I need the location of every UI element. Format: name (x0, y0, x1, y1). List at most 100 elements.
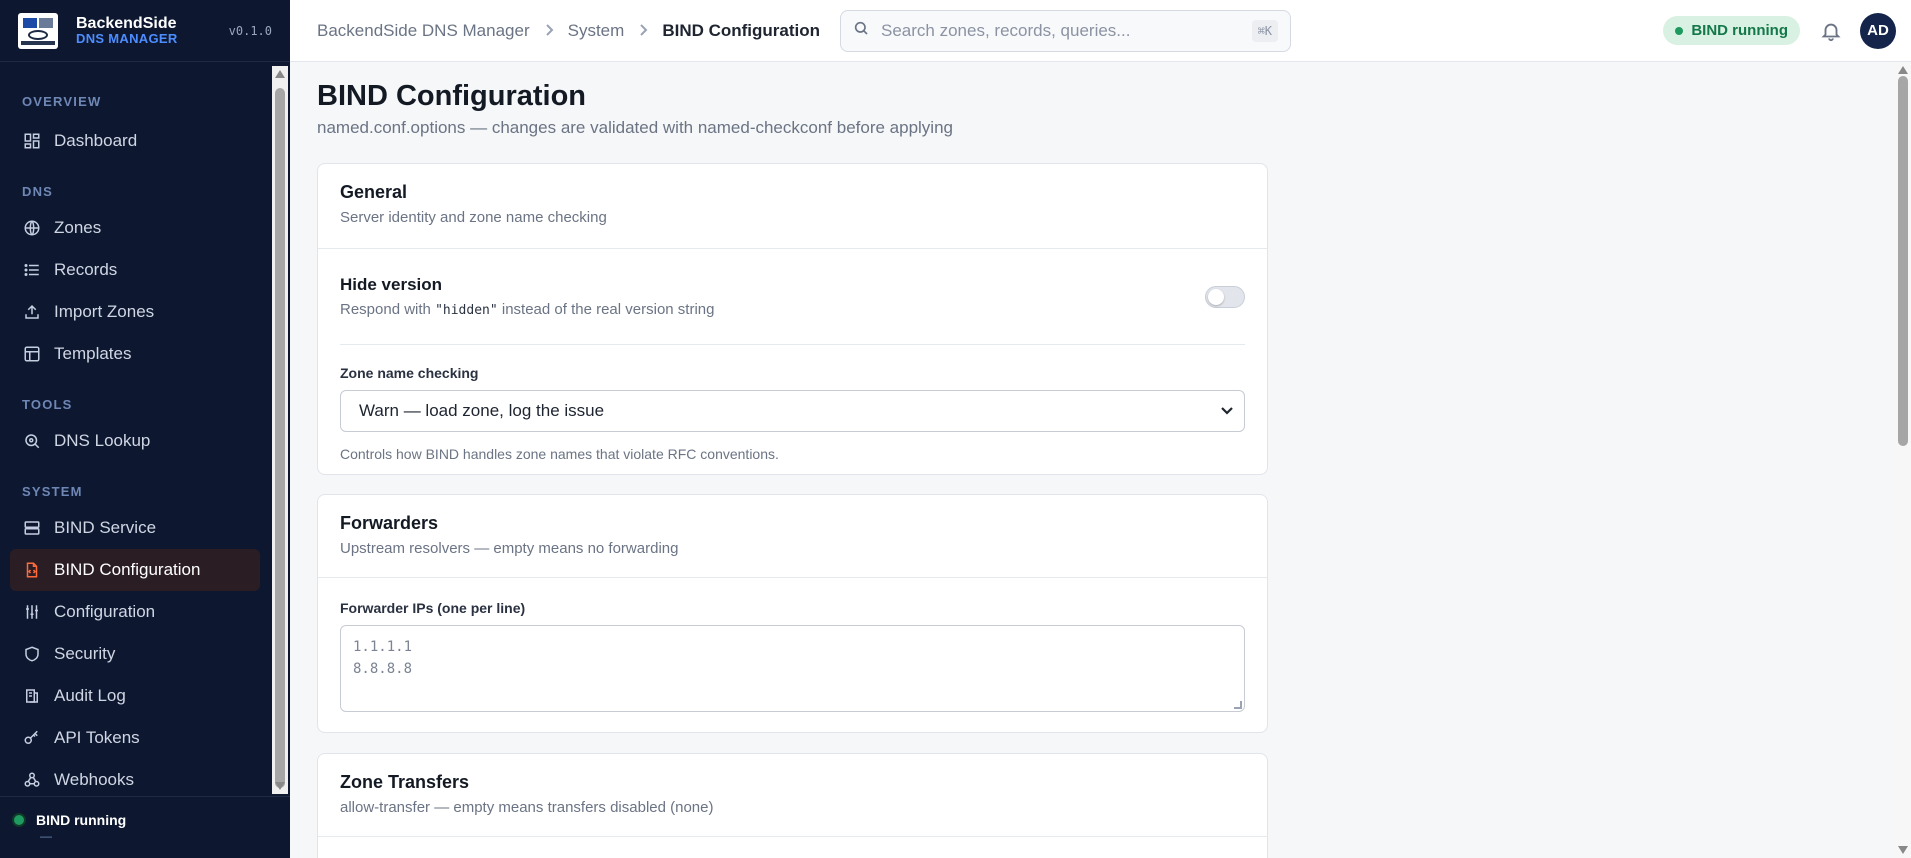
chevron-right-icon (638, 21, 648, 41)
chevron-down-icon (1220, 401, 1234, 421)
sidebar-item-label: BIND Configuration (54, 560, 201, 579)
forwarder-ips-textarea[interactable]: 1.1.1.1 8.8.8.8 (340, 625, 1245, 712)
main-scroll-thumb[interactable] (1898, 76, 1908, 446)
sidebar-scroll-thumb[interactable] (275, 88, 285, 788)
breadcrumb: BackendSide DNS Manager System BIND Conf… (317, 21, 820, 41)
sidebar-item-label: Zones (54, 218, 102, 237)
status-badge-label: BIND running (1691, 22, 1788, 39)
card-title: Forwarders (340, 513, 439, 533)
sidebar-item-dashboard[interactable]: Dashboard (10, 120, 260, 162)
server-icon (22, 518, 42, 538)
sidebar-item-label: Configuration (54, 602, 156, 621)
main-content: BIND Configuration named.conf.options — … (290, 62, 1895, 858)
sidebar-status-label: BIND running (36, 811, 127, 828)
page-subtitle: named.conf.options — changes are validat… (317, 118, 953, 137)
magnifier-icon (22, 431, 42, 451)
resize-grip-icon[interactable] (1234, 701, 1242, 709)
sidebar-item-import-zones[interactable]: Import Zones (10, 291, 260, 333)
card-description: Upstream resolvers — empty means no forw… (340, 540, 679, 557)
sidebar-item-records[interactable]: Records (10, 249, 260, 291)
sidebar-scrollbar[interactable] (272, 66, 288, 794)
card-general: General Server identity and zone name ch… (317, 163, 1268, 475)
scroll-up-arrow-icon[interactable] (275, 70, 285, 78)
sidebar-item-label: DNS Lookup (54, 431, 151, 450)
chevron-right-icon (544, 21, 554, 41)
scroll-down-arrow-icon[interactable] (275, 782, 285, 790)
webhook-icon (22, 770, 42, 790)
sidebar-item-dns-lookup[interactable]: DNS Lookup (10, 420, 260, 462)
card-title: Zone Transfers (340, 772, 470, 792)
hide-version-row: Hide version Respond with "hidden" inste… (340, 249, 1245, 345)
search-icon (853, 20, 869, 41)
sidebar-status-sub: — (40, 829, 52, 843)
status-dot-icon (14, 814, 24, 825)
main-scrollbar[interactable] (1895, 62, 1911, 858)
template-icon (22, 344, 42, 364)
sidebar-status: BIND running — (0, 796, 290, 858)
bell-icon[interactable] (1820, 20, 1842, 42)
breadcrumb-item-system[interactable]: System (568, 21, 625, 41)
dashboard-icon (22, 131, 42, 151)
top-header: BackendSide DNS Manager System BIND Conf… (290, 0, 1911, 62)
sidebar-nav: OVERVIEW Dashboard DNS Zones Records Imp… (0, 62, 270, 796)
section-title-tools: TOOLS (22, 397, 73, 412)
sidebar-item-configuration[interactable]: Configuration (10, 591, 260, 633)
sidebar-item-templates[interactable]: Templates (10, 333, 260, 375)
hide-version-toggle[interactable] (1205, 285, 1245, 308)
card-forwarders: Forwarders Upstream resolvers — empty me… (317, 494, 1268, 733)
sidebar-item-bind-service[interactable]: BIND Service (10, 507, 260, 549)
shield-icon (22, 644, 42, 664)
key-icon (22, 728, 42, 748)
sidebar-item-zones[interactable]: Zones (10, 207, 260, 249)
sidebar-item-api-tokens[interactable]: API Tokens (10, 717, 260, 759)
globe-icon (22, 218, 42, 238)
forwarder-ips-label: Forwarder IPs (one per line) (340, 600, 526, 616)
section-title-dns: DNS (22, 184, 54, 199)
version-label: v0.1.0 (228, 23, 272, 38)
avatar[interactable]: AD (1860, 12, 1896, 49)
sidebar-item-label: Templates (54, 344, 132, 363)
sidebar-item-label: Dashboard (54, 131, 138, 150)
list-icon (22, 260, 42, 280)
textarea-placeholder-line: 1.1.1.1 (353, 639, 413, 655)
sidebar-item-label: Records (54, 260, 118, 279)
sidebar-item-label: API Tokens (54, 728, 140, 747)
section-title-system: SYSTEM (22, 484, 83, 499)
section-title-overview: OVERVIEW (22, 94, 102, 109)
audit-icon (22, 686, 42, 706)
breadcrumb-item-home[interactable]: BackendSide DNS Manager (317, 21, 530, 41)
card-description: Server identity and zone name checking (340, 209, 607, 226)
sidebar: BackendSide DNS MANAGER v0.1.0 OVERVIEW … (0, 0, 290, 858)
hidden-code: "hidden" (435, 303, 498, 318)
sidebar-item-security[interactable]: Security (10, 633, 260, 675)
file-code-icon (22, 560, 42, 580)
hide-version-label: Hide version (340, 275, 443, 294)
brand-name: BackendSide (76, 14, 177, 32)
card-title: General (340, 182, 408, 202)
scroll-up-arrow-icon[interactable] (1898, 66, 1908, 74)
zone-name-checking-value: Warn — load zone, log the issue (359, 401, 605, 420)
sidebar-item-webhooks[interactable]: Webhooks (10, 759, 260, 796)
scroll-down-arrow-icon[interactable] (1898, 846, 1908, 854)
upload-icon (22, 302, 42, 322)
breadcrumb-item-current: BIND Configuration (662, 20, 821, 40)
status-badge: BIND running (1663, 16, 1800, 45)
sidebar-item-label: BIND Service (54, 518, 157, 537)
sidebar-item-label: Import Zones (54, 302, 155, 321)
status-dot-icon (1675, 26, 1684, 35)
hide-version-description: Respond with "hidden" instead of the rea… (340, 301, 715, 318)
search-input[interactable]: Search zones, records, queries... ⌘K (840, 9, 1292, 52)
card-zone-transfers: Zone Transfers allow-transfer — empty me… (317, 753, 1268, 858)
sidebar-item-label: Security (54, 644, 116, 663)
search-placeholder: Search zones, records, queries... (881, 20, 1131, 40)
sidebar-item-audit-log[interactable]: Audit Log (10, 675, 260, 717)
brand[interactable]: BackendSide DNS MANAGER v0.1.0 (0, 0, 290, 62)
page-title: BIND Configuration (317, 80, 587, 112)
logo (18, 12, 58, 49)
sidebar-item-label: Webhooks (54, 770, 135, 789)
zone-name-checking-select[interactable]: Warn — load zone, log the issue (340, 390, 1245, 432)
zone-name-checking-hint: Controls how BIND handles zone names tha… (340, 446, 779, 462)
zone-name-checking-label: Zone name checking (340, 365, 479, 381)
brand-subtitle: DNS MANAGER (76, 31, 178, 47)
sidebar-item-bind-configuration[interactable]: BIND Configuration (10, 549, 260, 591)
